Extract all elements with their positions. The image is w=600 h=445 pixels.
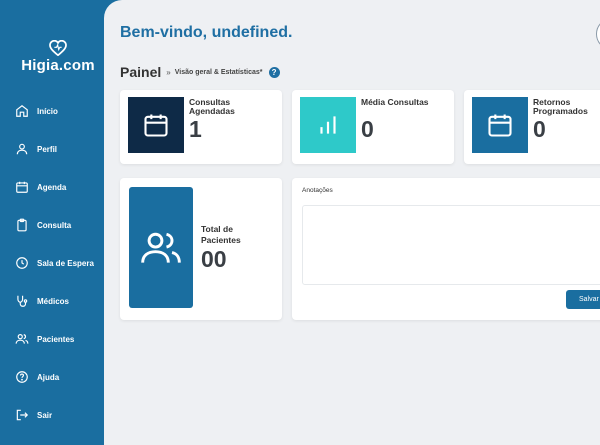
clock-icon: [16, 257, 28, 269]
sidebar-item-sair[interactable]: Sair: [0, 396, 118, 434]
calendar-icon: [488, 114, 512, 137]
sidebar-item-perfil[interactable]: Perfil: [0, 130, 118, 168]
sidebar-item-label: Início: [37, 106, 58, 116]
page-subtitle: Visão geral & Estatísticas*: [174, 68, 263, 76]
notes-textarea[interactable]: [302, 205, 600, 285]
breadcrumb-separator: »: [166, 67, 171, 77]
save-button[interactable]: Salvar: [566, 290, 600, 309]
sidebar: Higia.com Início Perfil Agenda Consulta …: [0, 0, 118, 445]
stat-value: 1: [189, 116, 202, 142]
welcome-title: Bem-vindo, undefined.: [120, 24, 293, 41]
sidebar-item-label: Sala de Espera: [37, 258, 94, 268]
app-name: Higia.com: [21, 57, 95, 74]
help-icon[interactable]: ?: [268, 66, 280, 78]
sidebar-item-label: Médicos: [37, 296, 70, 306]
stat-value: 00: [201, 246, 227, 272]
page-title: Painel: [120, 64, 162, 80]
users-icon: [141, 232, 181, 263]
help-icon: [16, 371, 28, 383]
notes-card: Anotações Salvar: [292, 178, 600, 320]
calendar-icon: [144, 114, 168, 137]
stat-icon-box: [300, 97, 356, 153]
sidebar-item-label: Sair: [37, 410, 53, 420]
stat-value: 0: [361, 116, 374, 142]
sidebar-item-agenda[interactable]: Agenda: [0, 168, 118, 206]
stat-label: Média Consultas: [361, 97, 429, 107]
stat-card-total-pacientes: Total de Pacientes 00: [120, 178, 282, 320]
heart-logo-icon: [49, 40, 67, 56]
bar-chart-icon: [320, 116, 336, 134]
sidebar-item-label: Agenda: [37, 182, 67, 192]
sidebar-item-inicio[interactable]: Início: [0, 92, 118, 130]
users-icon: [15, 334, 29, 344]
stethoscope-icon: [17, 295, 28, 307]
sidebar-item-label: Ajuda: [37, 372, 60, 382]
clipboard-icon: [17, 218, 27, 232]
sidebar-item-label: Consulta: [37, 220, 72, 230]
patients-icon-box: [129, 187, 193, 308]
calendar-icon: [16, 181, 28, 193]
stat-card-retornos-programados: Retornos Programados 0: [464, 90, 600, 164]
logout-icon: [16, 409, 29, 421]
breadcrumb: Painel » Visão geral & Estatísticas* ?: [120, 64, 280, 80]
sidebar-item-consulta[interactable]: Consulta: [0, 206, 118, 244]
logo[interactable]: Higia.com: [18, 40, 98, 74]
sidebar-item-sala-de-espera[interactable]: Sala de Espera: [0, 244, 118, 282]
user-menu-button[interactable]: [596, 18, 600, 50]
sidebar-item-label: Perfil: [37, 144, 58, 154]
stat-label: Retornos Programados: [533, 97, 588, 116]
stat-icon-box: [472, 97, 528, 153]
main-content: Bem-vindo, undefined. Painel » Visão ger…: [104, 0, 600, 445]
sidebar-item-label: Pacientes: [37, 334, 75, 344]
stat-card-consultas-agendadas: Consultas Agendadas 1: [120, 90, 282, 164]
stat-label: Total de Pacientes: [201, 224, 241, 245]
stat-card-media-consultas: Média Consultas 0: [292, 90, 454, 164]
sidebar-item-ajuda[interactable]: Ajuda: [0, 358, 118, 396]
stat-value: 0: [533, 116, 546, 142]
stat-label: Consultas Agendadas: [189, 97, 235, 116]
stat-icon-box: [128, 97, 184, 153]
sidebar-item-medicos[interactable]: Médicos: [0, 282, 118, 320]
user-icon: [16, 143, 28, 155]
home-icon: [16, 105, 28, 117]
notes-label: Anotações: [302, 187, 333, 194]
sidebar-item-pacientes[interactable]: Pacientes: [0, 320, 118, 358]
